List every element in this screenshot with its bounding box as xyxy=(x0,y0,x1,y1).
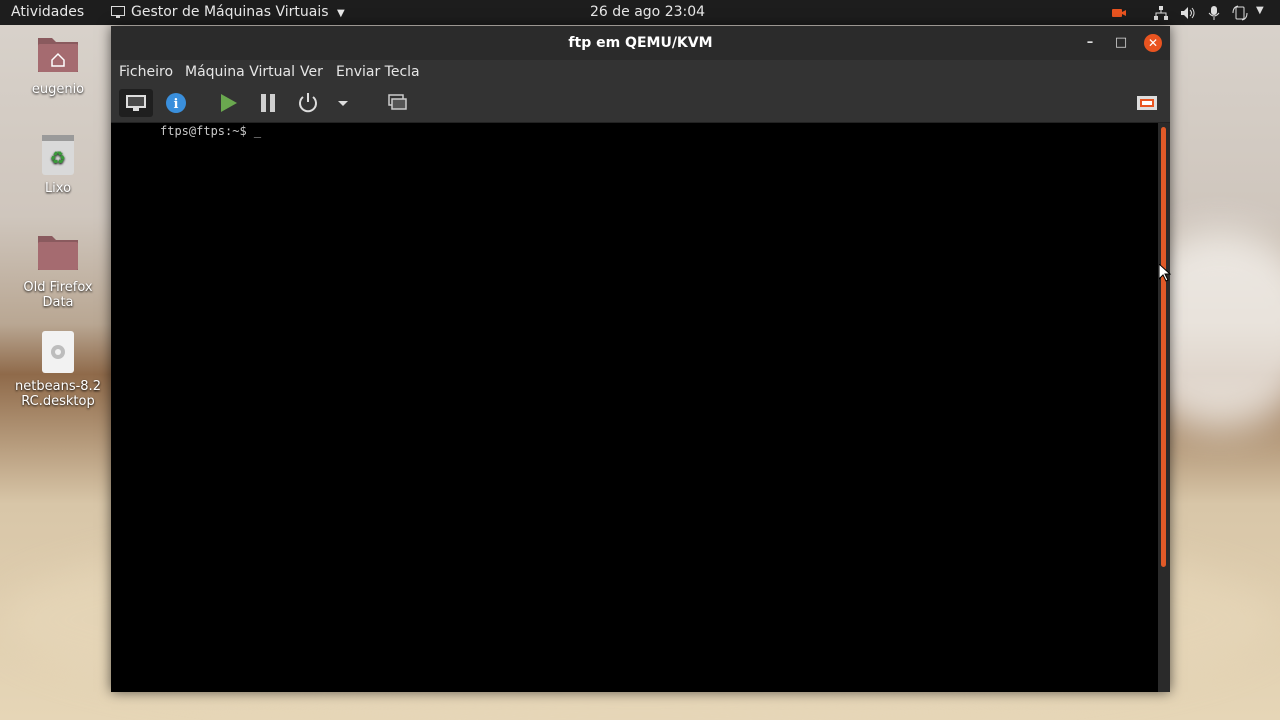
svg-text:♻: ♻ xyxy=(50,148,66,169)
details-button[interactable]: i xyxy=(162,89,190,117)
app-menu[interactable]: Gestor de Máquinas Virtuais ▼ xyxy=(131,4,345,20)
microphone-icon[interactable] xyxy=(1206,5,1222,21)
run-button[interactable] xyxy=(214,89,242,117)
close-icon: ✕ xyxy=(1147,36,1159,50)
vm-console[interactable]: ftps@ftps:~$ _ xyxy=(111,123,1158,692)
activities-button[interactable]: Atividades xyxy=(11,4,84,20)
scrollbar-thumb[interactable] xyxy=(1161,127,1166,567)
menu-enviar-tecla[interactable]: Enviar Tecla xyxy=(336,64,420,80)
chevron-down-icon: ▼ xyxy=(336,8,345,19)
desktop-icon-trash[interactable]: ♻ Lixo xyxy=(6,133,110,196)
desktop-icon-netbeans[interactable]: netbeans-8.2 RC.desktop xyxy=(6,331,110,409)
vm-window: ftp em QEMU/KVM – □ ✕ Ficheiro Máquina V… xyxy=(111,26,1170,692)
folder-icon xyxy=(36,232,80,276)
menu-ver[interactable]: Ver xyxy=(300,64,323,80)
desktop-icon-label: eugenio xyxy=(31,82,85,97)
pause-button[interactable] xyxy=(254,89,282,117)
home-folder-icon xyxy=(36,34,80,78)
play-icon xyxy=(221,94,237,112)
desktop-icon-label: Lixo xyxy=(44,181,72,196)
snapshots-button[interactable] xyxy=(383,89,411,117)
screen-record-icon[interactable] xyxy=(1111,5,1127,21)
close-button[interactable]: ✕ xyxy=(1144,34,1162,52)
console-scrollbar[interactable] xyxy=(1158,123,1170,692)
minimize-icon: – xyxy=(1086,35,1094,50)
pause-icon xyxy=(261,94,275,112)
snapshot-icon xyxy=(388,94,407,110)
window-titlebar[interactable]: ftp em QEMU/KVM – □ ✕ xyxy=(111,26,1170,60)
volume-icon[interactable] xyxy=(1180,5,1196,21)
fullscreen-icon xyxy=(1137,96,1157,110)
menu-ficheiro[interactable]: Ficheiro xyxy=(119,64,173,80)
window-title: ftp em QEMU/KVM xyxy=(568,35,713,51)
desktop-icon-label: netbeans-8.2 RC.desktop xyxy=(15,379,101,409)
desktop-icon-home[interactable]: eugenio xyxy=(6,34,110,97)
virt-manager-icon xyxy=(111,6,125,18)
network-icon[interactable] xyxy=(1153,5,1169,21)
svg-text:i: i xyxy=(174,97,179,112)
shutdown-button[interactable] xyxy=(294,89,322,117)
chevron-down-icon xyxy=(338,101,348,106)
info-icon: i xyxy=(166,93,186,113)
system-menu-chevron-icon[interactable]: ▼ xyxy=(1256,5,1272,21)
app-menu-label: Gestor de Máquinas Virtuais xyxy=(131,4,329,20)
fullscreen-button[interactable] xyxy=(1133,89,1161,117)
power-icon xyxy=(299,93,317,113)
maximize-icon: □ xyxy=(1114,35,1128,50)
rotation-lock-icon[interactable] xyxy=(1232,5,1248,21)
trash-icon: ♻ xyxy=(36,133,80,177)
clock[interactable]: 26 de ago 23:04 xyxy=(590,4,705,20)
top-panel: Atividades Gestor de Máquinas Virtuais ▼… xyxy=(0,0,1280,25)
shutdown-menu-button[interactable] xyxy=(333,89,353,117)
monitor-icon xyxy=(126,95,146,111)
minimize-button[interactable]: – xyxy=(1081,34,1099,52)
desktop-icon-label: Old Firefox Data xyxy=(23,280,93,310)
menu-bar: Ficheiro Máquina Virtual Ver Enviar Tecl… xyxy=(111,60,1170,84)
toolbar: i xyxy=(111,84,1170,123)
menu-maquina-virtual[interactable]: Máquina Virtual xyxy=(185,64,295,80)
mouse-pointer-icon xyxy=(1158,262,1172,282)
gear-icon xyxy=(36,331,80,375)
console-prompt: ftps@ftps:~$ _ xyxy=(160,124,262,138)
desktop-icon-old-firefox-data[interactable]: Old Firefox Data xyxy=(6,232,110,310)
maximize-button[interactable]: □ xyxy=(1112,34,1130,52)
console-view-button[interactable] xyxy=(119,89,153,117)
